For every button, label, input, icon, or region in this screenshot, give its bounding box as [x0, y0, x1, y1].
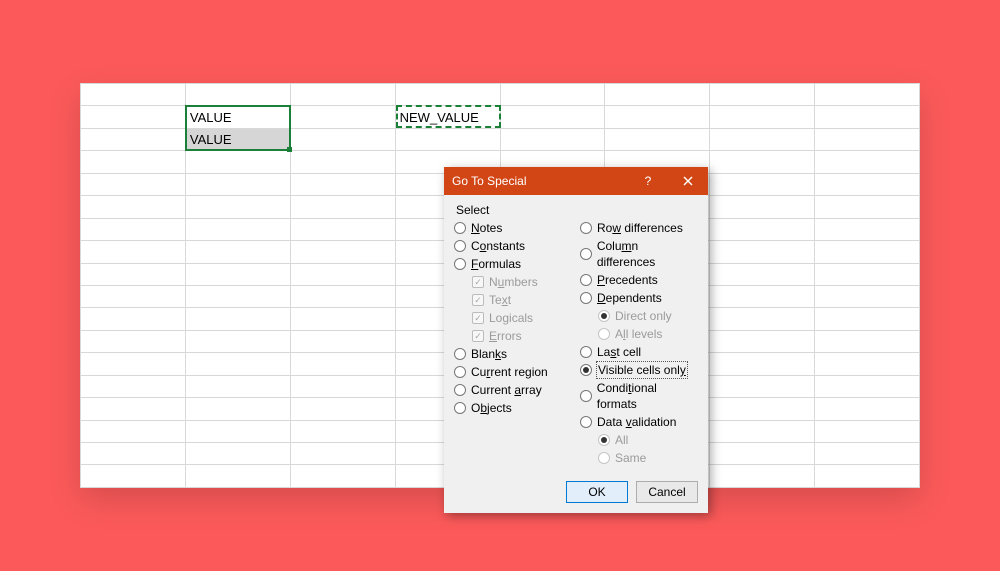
- option-all-levels: All levels: [598, 325, 698, 343]
- option-current-region[interactable]: Current region: [454, 363, 572, 381]
- option-precedents[interactable]: Precedents: [580, 271, 698, 289]
- cell-b2[interactable]: VALUE: [185, 106, 290, 128]
- close-icon: [683, 176, 693, 186]
- go-to-special-dialog: Go To Special ? Select Notes Constants F…: [444, 167, 708, 513]
- option-current-array[interactable]: Current array: [454, 381, 572, 399]
- dialog-body: Select Notes Constants Formulas Numbers …: [444, 195, 708, 475]
- ok-button[interactable]: OK: [566, 481, 628, 503]
- option-direct-only: Direct only: [598, 307, 698, 325]
- option-formulas[interactable]: Formulas: [454, 255, 572, 273]
- option-same: Same: [598, 449, 698, 467]
- option-numbers: Numbers: [472, 273, 572, 291]
- option-blanks[interactable]: Blanks: [454, 345, 572, 363]
- option-last-cell[interactable]: Last cell: [580, 343, 698, 361]
- dialog-footer: OK Cancel: [444, 475, 708, 513]
- select-label: Select: [456, 203, 698, 217]
- option-data-validation[interactable]: Data validation: [580, 413, 698, 431]
- cell-b3[interactable]: VALUE: [185, 128, 290, 150]
- close-button[interactable]: [668, 167, 708, 195]
- cancel-button[interactable]: Cancel: [636, 481, 698, 503]
- option-objects[interactable]: Objects: [454, 399, 572, 417]
- cell-d2[interactable]: NEW_VALUE: [395, 106, 500, 128]
- options-left-column: Notes Constants Formulas Numbers Text Lo…: [454, 219, 572, 467]
- option-column-differences[interactable]: Column differences: [580, 237, 698, 271]
- option-row-differences[interactable]: Row differences: [580, 219, 698, 237]
- option-conditional-formats[interactable]: Conditional formats: [580, 379, 698, 413]
- option-text: Text: [472, 291, 572, 309]
- option-constants[interactable]: Constants: [454, 237, 572, 255]
- dialog-title: Go To Special: [452, 174, 628, 188]
- option-errors: Errors: [472, 327, 572, 345]
- option-dependents[interactable]: Dependents: [580, 289, 698, 307]
- help-button[interactable]: ?: [628, 167, 668, 195]
- dialog-titlebar[interactable]: Go To Special ?: [444, 167, 708, 195]
- options-right-column: Row differences Column differences Prece…: [580, 219, 698, 467]
- option-visible-cells-only[interactable]: Visible cells only: [580, 361, 698, 379]
- option-all: All: [598, 431, 698, 449]
- option-notes[interactable]: Notes: [454, 219, 572, 237]
- option-logicals: Logicals: [472, 309, 572, 327]
